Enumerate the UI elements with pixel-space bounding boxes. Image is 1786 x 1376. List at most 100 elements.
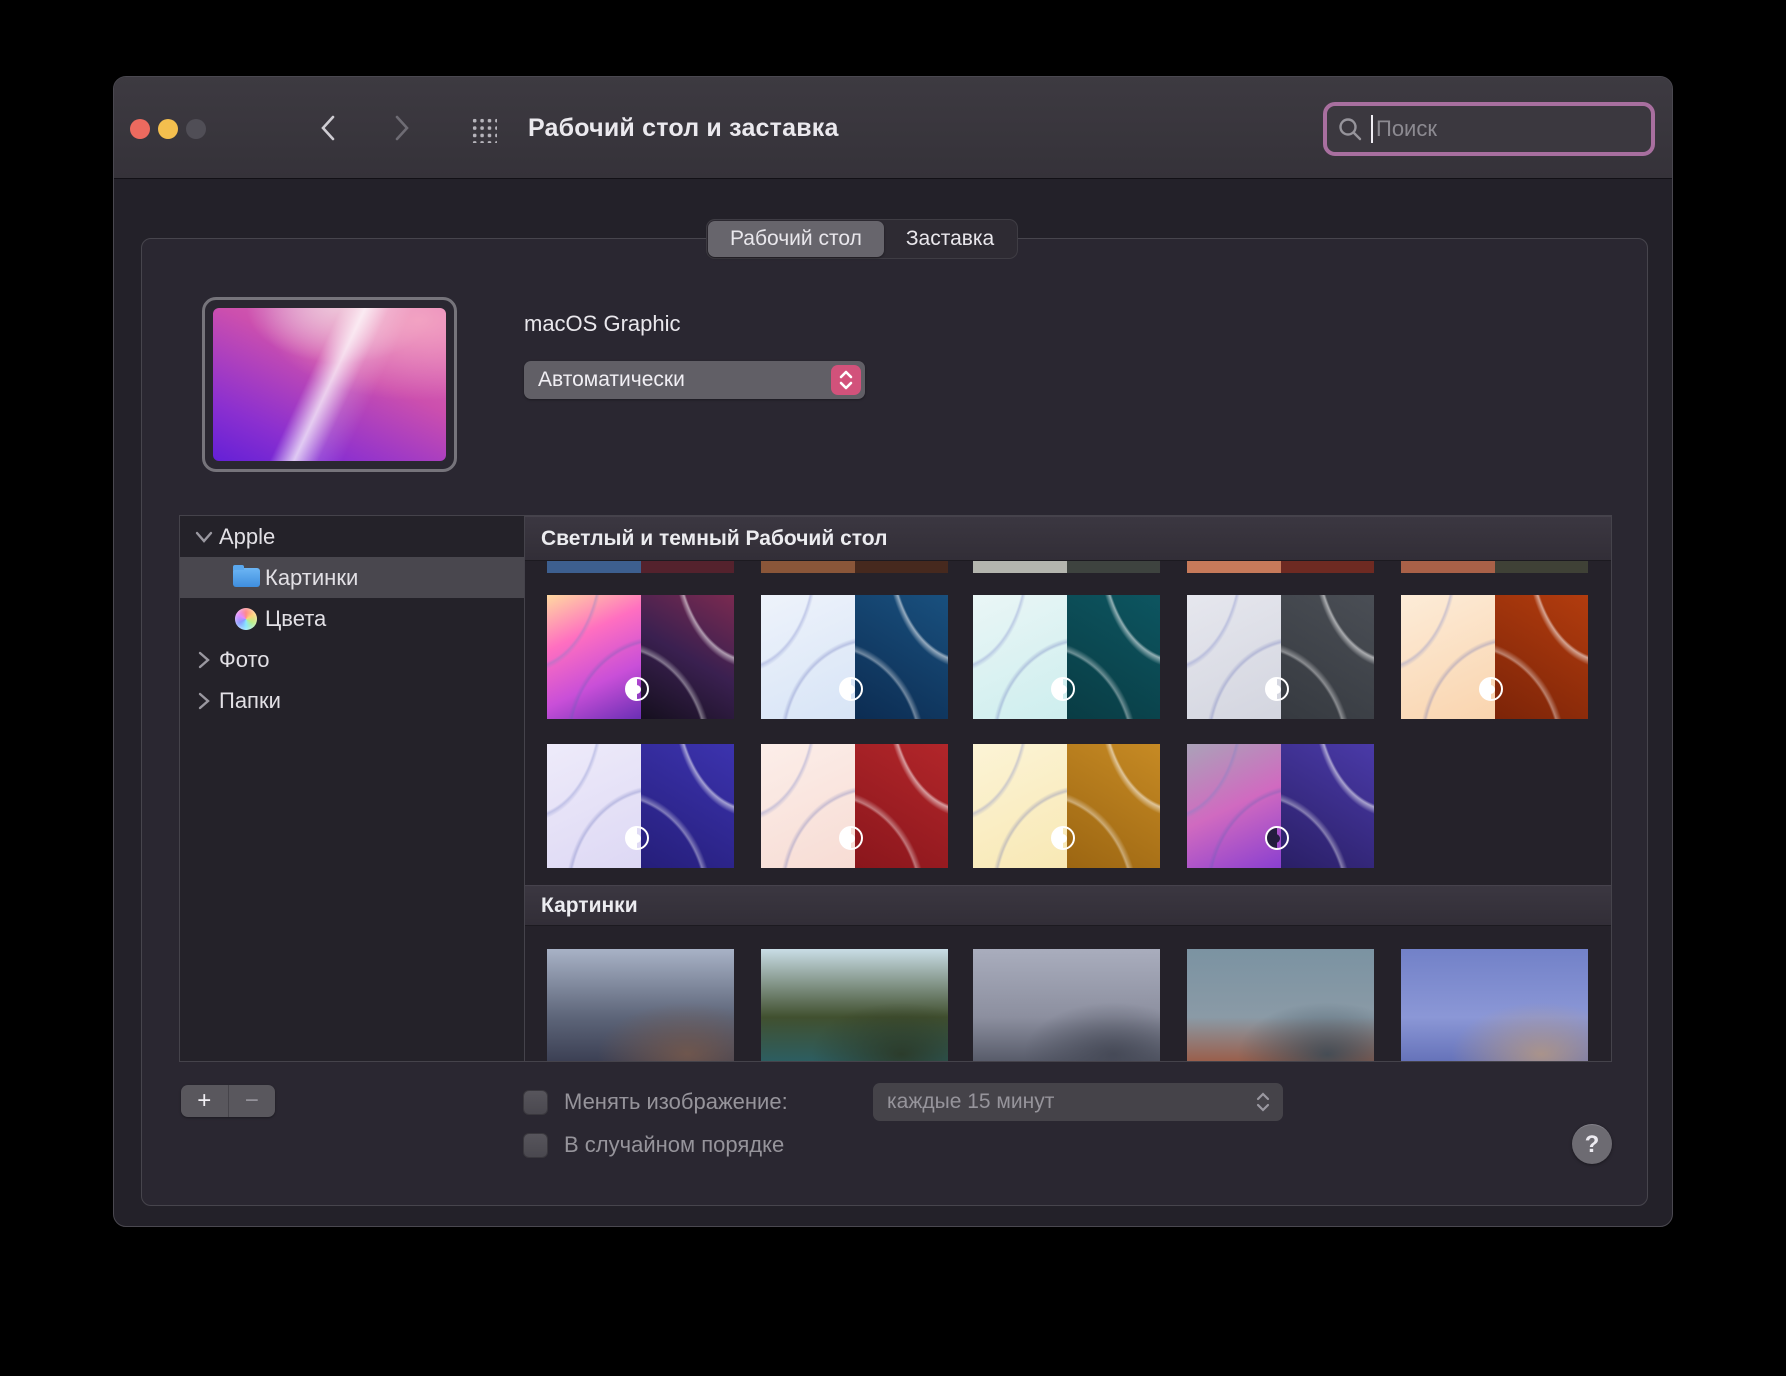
wallpaper-thumb-monterey[interactable] — [1187, 744, 1374, 868]
sidebar-item-label: Apple — [219, 523, 276, 549]
dark-variant-half — [1066, 744, 1160, 868]
light-dark-toggle-badge — [1264, 677, 1289, 702]
sidebar-item-фото[interactable]: Фото — [180, 639, 524, 680]
wallpaper-thumb-imac-red[interactable] — [761, 744, 948, 868]
show-all-grid-icon[interactable] — [470, 116, 497, 143]
light-dark-toggle-badge — [1264, 826, 1289, 851]
change-picture-label: Менять изображение: — [564, 1089, 788, 1114]
light-variant-half — [973, 744, 1067, 868]
sidebar-item-label: Картинки — [265, 564, 359, 590]
monterey-wallpaper-image — [213, 308, 446, 461]
dark-variant-half — [854, 595, 948, 719]
close-button[interactable] — [130, 119, 150, 139]
desktop-background: Рабочий стол и заставка Поиск Рабочий ст… — [0, 0, 1786, 1376]
sidebar-item-label: Папки — [219, 687, 281, 713]
wallpaper-thumb-imac-blue[interactable] — [761, 595, 948, 719]
wallpaper-thumb-imac-purple[interactable] — [547, 744, 734, 868]
desktop-settings-panel: macOS Graphic Автоматически Apple Картинк… — [141, 238, 1648, 1206]
zoom-button[interactable] — [186, 119, 206, 139]
light-variant-half — [1401, 595, 1495, 719]
light-dark-toggle-badge — [1478, 677, 1503, 702]
change-picture-checkbox[interactable] — [523, 1089, 548, 1115]
forward-button[interactable] — [385, 111, 419, 145]
wallpaper-thumb-imac-silver[interactable] — [1187, 595, 1374, 719]
chevron-right-icon[interactable] — [193, 651, 215, 669]
dark-variant-half — [640, 561, 734, 573]
wallpaper-thumb-cut-2[interactable] — [973, 561, 1160, 573]
photo-thumb-red-cliff-coast[interactable] — [1187, 949, 1374, 1061]
chevron-right-icon[interactable] — [193, 692, 215, 710]
dark-variant-half — [1066, 595, 1160, 719]
search-input[interactable]: Поиск — [1323, 102, 1655, 156]
add-folder-button[interactable]: + — [181, 1085, 229, 1117]
light-variant-half — [973, 595, 1067, 719]
light-dark-toggle-badge — [1050, 677, 1075, 702]
tab-screensaver[interactable]: Заставка — [884, 221, 1016, 257]
light-variant-half — [547, 595, 641, 719]
search-icon — [1339, 118, 1362, 141]
change-picture-row: Менять изображение: — [523, 1089, 788, 1115]
dark-variant-half — [854, 561, 948, 573]
wallpaper-browser: Apple Картинки Цвета Фото Папки Светлый и те… — [179, 515, 1612, 1062]
colors-icon — [235, 607, 257, 630]
wallpaper-thumb-imac-teal[interactable] — [973, 595, 1160, 719]
wallpaper-thumb-imac-orange[interactable] — [1401, 595, 1588, 719]
page-title: Рабочий стол и заставка — [528, 113, 839, 142]
interval-select[interactable]: каждые 15 минут — [873, 1083, 1283, 1121]
wallpaper-thumb-cut-4[interactable] — [1401, 561, 1588, 573]
photo-thumb-blue-sea-rock[interactable] — [1401, 949, 1588, 1061]
system-preferences-window: Рабочий стол и заставка Поиск Рабочий ст… — [113, 76, 1673, 1227]
light-variant-half — [761, 561, 855, 573]
appearance-mode-select[interactable]: Автоматически — [524, 361, 865, 399]
section-header-light-dark: Светлый и темный Рабочий стол — [525, 516, 1611, 561]
dark-variant-half — [1494, 595, 1588, 719]
dark-variant-half — [640, 744, 734, 868]
help-button[interactable]: ? — [1572, 1124, 1612, 1164]
sidebar-item-label: Цвета — [265, 605, 327, 631]
sidebar-item-папки[interactable]: Папки — [180, 680, 524, 721]
item-icon-wrap[interactable] — [231, 607, 261, 630]
section-header-pictures: Картинки — [525, 885, 1611, 926]
dark-variant-half — [1494, 561, 1588, 573]
wallpaper-thumb-cut-0[interactable] — [547, 561, 734, 573]
light-variant-half — [547, 744, 641, 868]
wallpaper-thumb-cut-3[interactable] — [1187, 561, 1374, 573]
titlebar[interactable]: Рабочий стол и заставка Поиск — [114, 77, 1672, 179]
dark-variant-half — [1280, 561, 1374, 573]
sidebar-item-label: Фото — [219, 646, 270, 672]
current-wallpaper-preview — [202, 297, 457, 472]
light-dark-toggle-badge — [1050, 826, 1075, 851]
remove-folder-button[interactable]: − — [229, 1085, 276, 1117]
appearance-mode-value: Автоматически — [538, 368, 685, 391]
sidebar-item-цвета[interactable]: Цвета — [180, 598, 524, 639]
light-dark-toggle-badge — [838, 826, 863, 851]
photo-thumb-big-sur-coast[interactable] — [761, 949, 948, 1061]
sidebar-item-apple[interactable]: Apple — [180, 516, 524, 557]
photo-thumb-misty-mountains[interactable] — [547, 949, 734, 1061]
dark-variant-half — [1066, 561, 1160, 573]
stepper-icon — [831, 365, 861, 395]
source-sidebar: Apple Картинки Цвета Фото Папки — [180, 516, 525, 1061]
search-placeholder: Поиск — [1376, 116, 1437, 141]
tab-desktop[interactable]: Рабочий стол — [708, 221, 884, 257]
dark-variant-half — [640, 595, 734, 719]
photo-thumb-sea-stacks-long-exposure[interactable] — [973, 949, 1160, 1061]
minimize-button[interactable] — [158, 119, 178, 139]
folder-icon — [232, 565, 260, 587]
add-remove-control: + − — [181, 1085, 275, 1117]
chevron-down-icon[interactable] — [193, 531, 215, 543]
wallpaper-thumb-imac-yellow[interactable] — [973, 744, 1160, 868]
random-order-checkbox[interactable] — [523, 1132, 548, 1158]
back-button[interactable] — [311, 111, 345, 145]
light-dark-toggle-badge — [624, 677, 649, 702]
dark-variant-half — [854, 744, 948, 868]
light-variant-half — [1187, 595, 1281, 719]
random-order-label: В случайном порядке — [564, 1132, 785, 1157]
interval-value: каждые 15 минут — [887, 1090, 1055, 1113]
sidebar-item-картинки[interactable]: Картинки — [180, 557, 524, 598]
light-dark-toggle-badge — [838, 677, 863, 702]
chevron-left-icon — [321, 115, 335, 141]
wallpaper-thumb-cut-1[interactable] — [761, 561, 948, 573]
wallpaper-thumb-imac-abstract[interactable] — [547, 595, 734, 719]
item-icon-wrap[interactable] — [231, 565, 261, 587]
